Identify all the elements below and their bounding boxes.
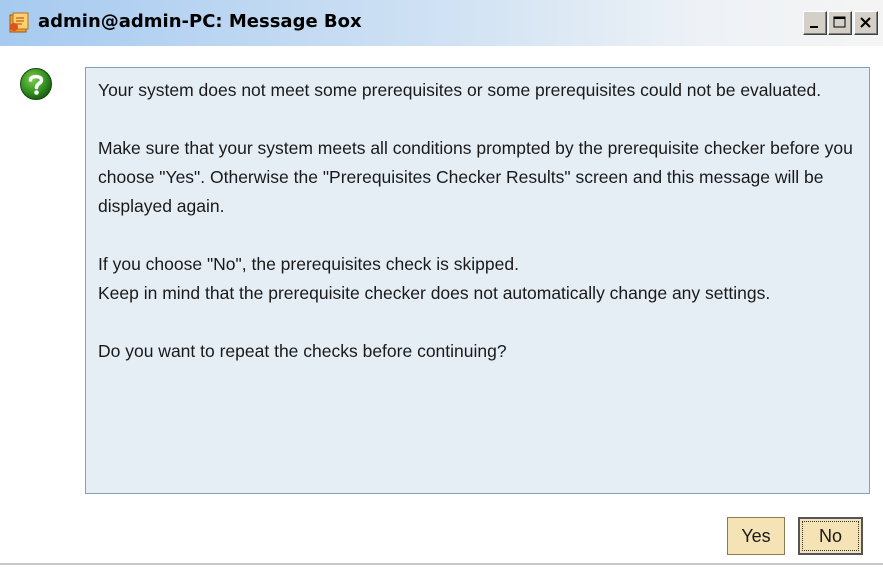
app-icon <box>8 12 30 34</box>
message-paragraph: Your system does not meet some prerequis… <box>98 80 822 100</box>
maximize-icon <box>833 16 846 28</box>
message-text-box: Your system does not meet some prerequis… <box>85 67 870 494</box>
message-paragraph: Make sure that your system meets all con… <box>98 138 853 216</box>
close-icon <box>860 17 871 28</box>
title-bar[interactable]: admin@admin-PC: Message Box <box>0 0 883 46</box>
yes-button[interactable]: Yes <box>727 517 785 555</box>
message-paragraph: If you choose "No", the prerequisites ch… <box>98 254 771 303</box>
message-paragraph: Do you want to repeat the checks before … <box>98 341 507 361</box>
minimize-button[interactable] <box>803 11 827 35</box>
minimize-icon <box>810 26 818 28</box>
maximize-button[interactable] <box>828 11 852 35</box>
close-button[interactable] <box>854 11 878 35</box>
message-box-window: admin@admin-PC: Message Box Your system … <box>0 0 883 565</box>
window-title: admin@admin-PC: Message Box <box>38 11 362 32</box>
no-button[interactable]: No <box>798 517 863 555</box>
question-icon <box>19 67 53 101</box>
